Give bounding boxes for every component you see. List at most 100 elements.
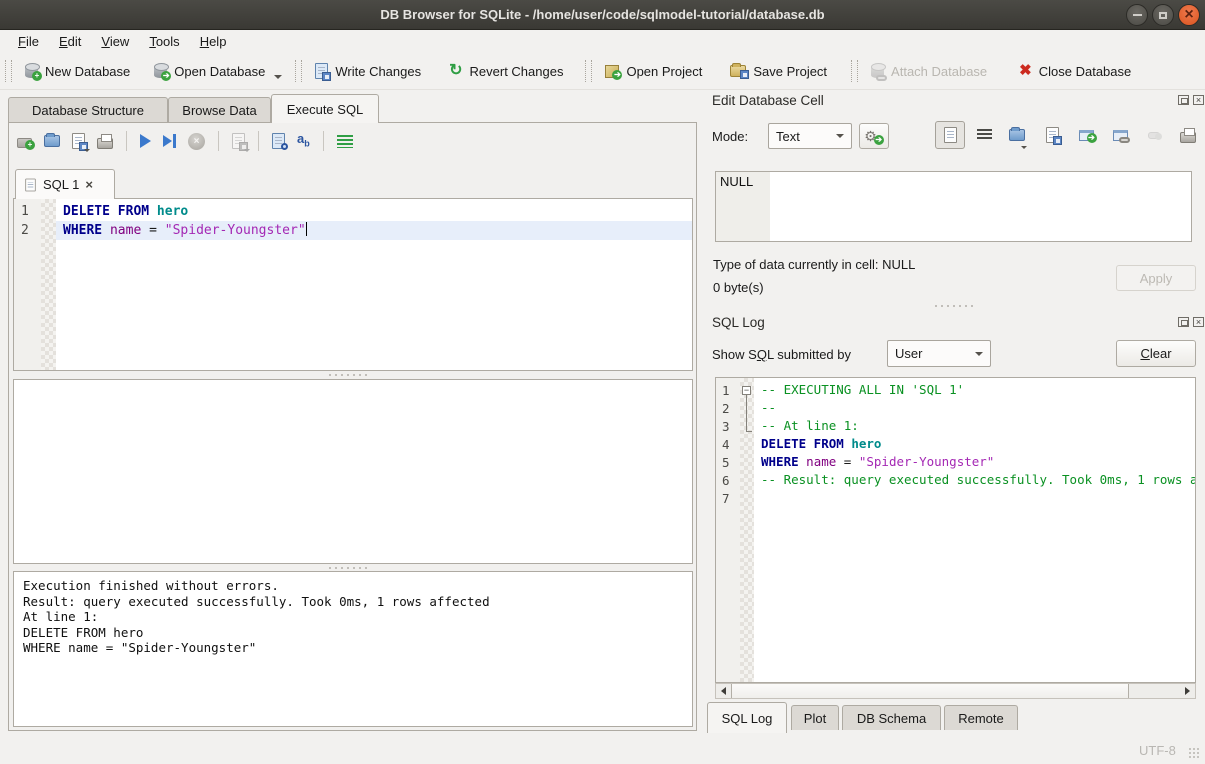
set-null-icon[interactable] bbox=[1139, 121, 1169, 149]
maximize-button[interactable] bbox=[1152, 4, 1174, 26]
cell-tools: ➔ bbox=[935, 121, 1203, 149]
toolbar-handle[interactable] bbox=[5, 60, 12, 82]
execution-message-pane[interactable]: Execution finished without errors. Resul… bbox=[13, 571, 693, 727]
mode-settings-button[interactable]: ⚙➔ bbox=[859, 123, 889, 149]
dock-float-icon[interactable] bbox=[1178, 317, 1189, 327]
log-filter-select[interactable]: User bbox=[887, 340, 991, 367]
export-data-icon[interactable] bbox=[1037, 121, 1067, 149]
sql-log-title: SQL Log bbox=[712, 315, 765, 330]
apply-button[interactable]: Apply bbox=[1116, 265, 1196, 291]
word-wrap-icon[interactable] bbox=[969, 121, 999, 149]
editor-line-numbers: 1 2 bbox=[14, 199, 41, 370]
cell-size-info: 0 byte(s) bbox=[713, 280, 764, 295]
sql-toolbar: + × ab bbox=[17, 128, 353, 154]
tab-database-structure[interactable]: Database Structure bbox=[8, 97, 168, 123]
fold-collapse-icon[interactable]: − bbox=[742, 386, 751, 395]
mode-select[interactable]: Text bbox=[768, 123, 852, 149]
minimize-button[interactable] bbox=[1126, 4, 1148, 26]
splitter-handle[interactable] bbox=[329, 373, 367, 377]
find-icon[interactable] bbox=[272, 133, 285, 149]
toolbar-separator bbox=[323, 131, 324, 151]
dock-tab-sql-log[interactable]: SQL Log bbox=[707, 702, 787, 733]
execute-current-line-icon[interactable] bbox=[163, 134, 176, 148]
results-grid[interactable] bbox=[13, 379, 693, 564]
menu-file[interactable]: File bbox=[8, 32, 49, 51]
stop-icon[interactable]: × bbox=[188, 133, 205, 150]
link-icon[interactable] bbox=[1105, 121, 1135, 149]
menu-view[interactable]: View bbox=[91, 32, 139, 51]
close-database-button[interactable]: ✖ Close Database bbox=[1011, 59, 1139, 83]
open-database-dropdown-icon[interactable] bbox=[274, 75, 282, 79]
open-in-external-icon[interactable]: ➔ bbox=[1071, 121, 1101, 149]
attach-database-button[interactable]: Attach Database bbox=[863, 60, 995, 83]
toolbar-separator bbox=[218, 131, 219, 151]
window-title: DB Browser for SQLite - /home/user/code/… bbox=[380, 7, 824, 22]
toolbar-separator bbox=[295, 60, 302, 82]
code-line-2: WHERE name = "Spider-Youngster" bbox=[56, 221, 692, 240]
maximize-icon bbox=[1159, 12, 1167, 19]
encoding-status: UTF-8 bbox=[1139, 743, 1176, 758]
splitter-handle[interactable] bbox=[329, 566, 367, 570]
main-toolbar: + New Database ➔ Open Database Write Cha… bbox=[0, 53, 1205, 90]
save-sql-file-icon[interactable] bbox=[72, 133, 85, 149]
new-database-icon: + bbox=[25, 65, 38, 78]
clear-log-button[interactable]: Clear bbox=[1116, 340, 1196, 367]
toolbar-separator bbox=[126, 131, 127, 151]
dock-tab-db-schema[interactable]: DB Schema bbox=[842, 705, 941, 730]
menu-help[interactable]: Help bbox=[190, 32, 237, 51]
tab-execute-sql[interactable]: Execute SQL bbox=[271, 94, 379, 123]
cell-value: NULL bbox=[716, 172, 770, 241]
menu-tools[interactable]: Tools bbox=[139, 32, 189, 51]
resize-grip[interactable] bbox=[1188, 747, 1201, 760]
app-window: { "window": { "title": "DB Browser for S… bbox=[0, 0, 1205, 764]
save-project-button[interactable]: Save Project bbox=[722, 60, 835, 83]
write-changes-icon bbox=[315, 63, 328, 79]
dock-tab-plot[interactable]: Plot bbox=[791, 705, 839, 730]
code-line-1: DELETE FROM hero bbox=[56, 202, 692, 221]
execute-sql-icon[interactable] bbox=[140, 134, 151, 148]
minimize-icon bbox=[1133, 14, 1142, 16]
close-button[interactable]: × bbox=[1178, 4, 1200, 26]
text-mode-icon[interactable] bbox=[935, 121, 965, 149]
write-changes-button[interactable]: Write Changes bbox=[307, 59, 429, 83]
execute-sql-pane: + × ab SQL 1 × 1 2 DELETE FROM hero WHER… bbox=[8, 122, 697, 731]
scroll-right-icon[interactable] bbox=[1180, 684, 1195, 698]
print-icon[interactable] bbox=[97, 138, 113, 149]
scroll-left-icon[interactable] bbox=[716, 684, 731, 698]
editor-code-area[interactable]: DELETE FROM hero WHERE name = "Spider-Yo… bbox=[56, 199, 692, 370]
splitter-handle[interactable] bbox=[935, 304, 973, 308]
revert-changes-button[interactable]: ↻ Revert Changes bbox=[441, 59, 571, 83]
sql-tab-doc-icon bbox=[25, 178, 35, 191]
chevron-down-icon bbox=[975, 352, 983, 356]
log-line-numbers: 123 456 7 bbox=[716, 378, 740, 682]
edit-cell-title: Edit Database Cell bbox=[712, 93, 824, 108]
cell-editor[interactable]: NULL bbox=[715, 171, 1192, 242]
open-sql-file-icon[interactable] bbox=[44, 135, 60, 147]
replace-icon[interactable]: ab bbox=[297, 131, 310, 152]
dock-close-icon[interactable]: × bbox=[1193, 317, 1204, 327]
dock-float-icon[interactable] bbox=[1178, 95, 1189, 105]
sql-log-view[interactable]: 123 456 7 − -- EXECUTING ALL IN 'SQL 1' … bbox=[715, 377, 1196, 683]
sql-tab-close-icon[interactable]: × bbox=[85, 177, 93, 192]
save-results-icon[interactable] bbox=[232, 133, 245, 149]
execution-message: Execution finished without errors. Resul… bbox=[23, 578, 490, 655]
dock-close-icon[interactable]: × bbox=[1193, 95, 1204, 105]
new-database-button[interactable]: + New Database bbox=[17, 60, 138, 83]
log-fold-margin[interactable]: − bbox=[740, 378, 754, 682]
import-data-icon[interactable] bbox=[1003, 121, 1033, 149]
chevron-down-icon bbox=[836, 134, 844, 138]
open-database-button[interactable]: ➔ Open Database bbox=[146, 60, 290, 83]
dock-tab-remote[interactable]: Remote bbox=[944, 705, 1018, 730]
titlebar[interactable]: DB Browser for SQLite - /home/user/code/… bbox=[0, 0, 1205, 30]
attach-database-icon bbox=[871, 65, 884, 78]
new-sql-tab-icon[interactable]: + bbox=[17, 138, 32, 148]
format-sql-icon[interactable] bbox=[337, 135, 353, 148]
open-project-button[interactable]: ➔ Open Project bbox=[597, 60, 710, 83]
print-cell-icon[interactable] bbox=[1173, 121, 1203, 149]
scrollbar-thumb[interactable] bbox=[731, 684, 1129, 698]
tab-browse-data[interactable]: Browse Data bbox=[168, 97, 271, 123]
sql-editor-tab[interactable]: SQL 1 × bbox=[15, 169, 115, 199]
log-horizontal-scrollbar[interactable] bbox=[715, 683, 1196, 699]
sql-editor[interactable]: 1 2 DELETE FROM hero WHERE name = "Spide… bbox=[13, 198, 693, 371]
menu-edit[interactable]: Edit bbox=[49, 32, 91, 51]
